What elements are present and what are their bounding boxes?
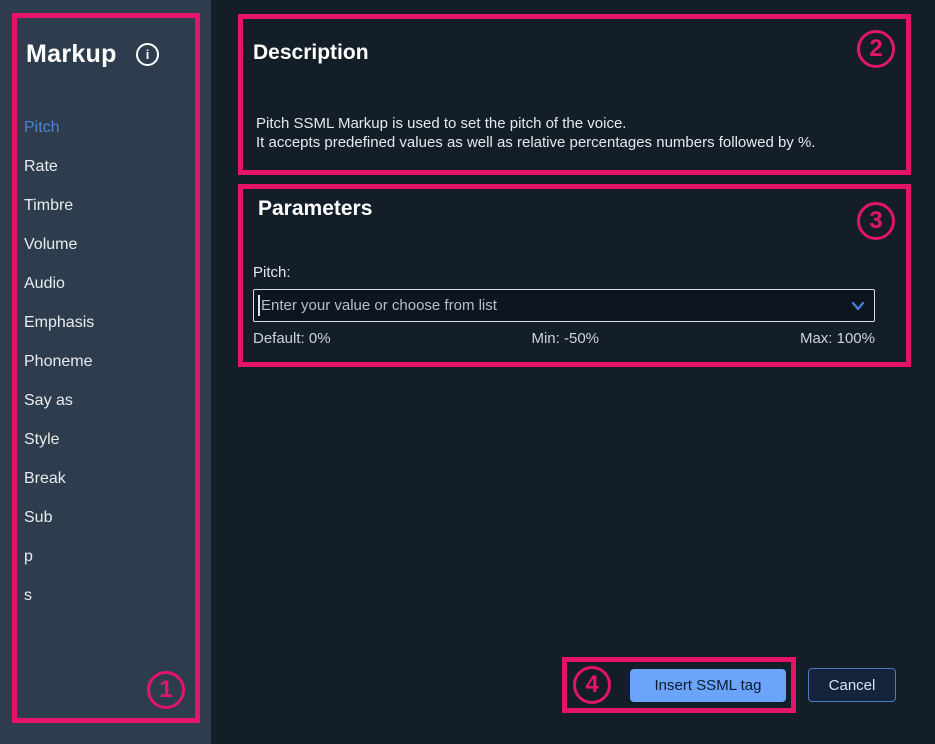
- sidebar-title: Markup: [26, 40, 117, 69]
- sidebar-item-audio[interactable]: Audio: [24, 274, 184, 313]
- min-value-label: Min: -50%: [531, 330, 599, 347]
- sidebar-item-phoneme[interactable]: Phoneme: [24, 352, 184, 391]
- sidebar-item-break[interactable]: Break: [24, 469, 184, 508]
- sidebar-item-rate[interactable]: Rate: [24, 157, 184, 196]
- annotation-badge-2: 2: [857, 30, 895, 68]
- sidebar-item-sub[interactable]: Sub: [24, 508, 184, 547]
- description-line-2: It accepts predefined values as well as …: [256, 133, 815, 152]
- chevron-down-icon[interactable]: [851, 301, 865, 311]
- pitch-range-info: Default: 0% Min: -50% Max: 100%: [253, 330, 875, 347]
- default-value-label: Default: 0%: [253, 330, 331, 347]
- sidebar-item-say-as[interactable]: Say as: [24, 391, 184, 430]
- sidebar-item-p[interactable]: p: [24, 547, 184, 586]
- markup-menu: Pitch Rate Timbre Volume Audio Emphasis …: [24, 118, 184, 625]
- description-line-1: Pitch SSML Markup is used to set the pit…: [256, 114, 815, 133]
- pitch-value-input[interactable]: [254, 290, 874, 321]
- parameters-title: Parameters: [258, 197, 372, 221]
- description-text: Pitch SSML Markup is used to set the pit…: [256, 114, 815, 152]
- annotation-badge-4: 4: [573, 666, 611, 704]
- info-icon[interactable]: i: [136, 43, 159, 66]
- sidebar-item-style[interactable]: Style: [24, 430, 184, 469]
- insert-ssml-tag-button[interactable]: Insert SSML tag: [630, 669, 786, 702]
- sidebar-item-emphasis[interactable]: Emphasis: [24, 313, 184, 352]
- pitch-field-label: Pitch:: [253, 264, 291, 281]
- sidebar-item-pitch[interactable]: Pitch: [24, 118, 184, 157]
- pitch-combobox[interactable]: [253, 289, 875, 322]
- annotation-badge-3: 3: [857, 202, 895, 240]
- sidebar-item-s[interactable]: s: [24, 586, 184, 625]
- cancel-button[interactable]: Cancel: [808, 668, 896, 702]
- markup-sidebar: Markup i Pitch Rate Timbre Volume Audio …: [0, 0, 211, 744]
- max-value-label: Max: 100%: [800, 330, 875, 347]
- sidebar-item-volume[interactable]: Volume: [24, 235, 184, 274]
- sidebar-item-timbre[interactable]: Timbre: [24, 196, 184, 235]
- description-title: Description: [253, 41, 369, 65]
